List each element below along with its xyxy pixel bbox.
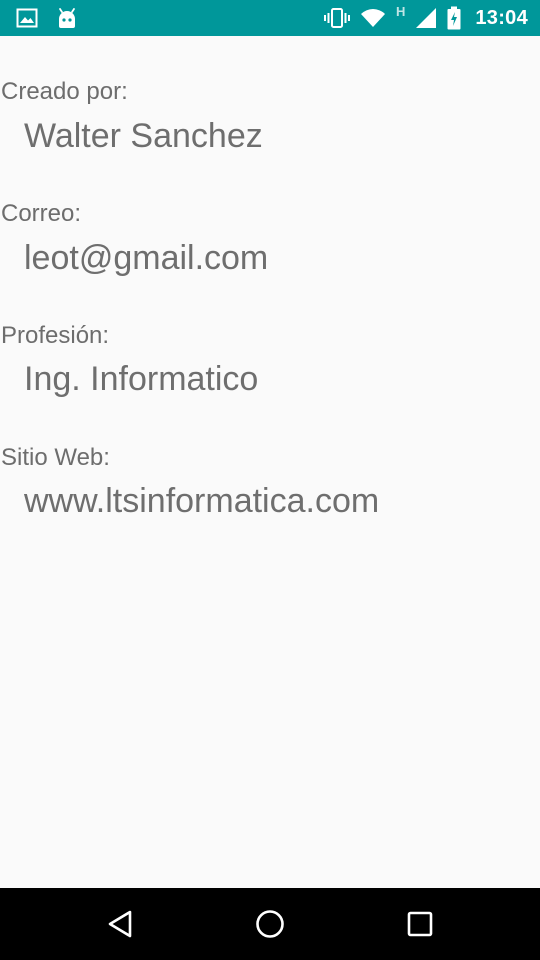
website-value: www.ltsinformatica.com [24, 482, 380, 520]
created-by-value: Walter Sanchez [24, 117, 263, 155]
home-button[interactable] [230, 888, 310, 960]
status-bar-left [16, 0, 78, 36]
vibrate-icon [323, 7, 350, 29]
profession-label: Profesión: [1, 322, 110, 349]
recents-button[interactable] [380, 888, 460, 960]
status-bar-time: 13:04 [475, 6, 528, 29]
profile-content: Creado por: Walter Sanchez Correo: leot@… [0, 36, 540, 888]
cell-signal-icon [415, 7, 437, 29]
image-icon [16, 8, 38, 28]
home-icon [256, 910, 284, 938]
network-type-label: H [395, 3, 406, 19]
android-icon [56, 7, 78, 29]
recents-icon [407, 911, 433, 937]
back-button[interactable] [80, 888, 160, 960]
status-bar-right: H 13:04 [323, 0, 528, 36]
email-value: leot@gmail.com [24, 239, 269, 277]
created-by-label: Creado por: [1, 78, 128, 105]
back-icon [108, 910, 132, 938]
status-bar: H 13:04 [0, 0, 540, 36]
email-label: Correo: [1, 200, 82, 227]
navigation-bar [0, 888, 540, 960]
profession-value: Ing. Informatico [24, 360, 259, 398]
wifi-icon [360, 8, 386, 28]
battery-charging-icon [447, 6, 461, 30]
website-label: Sitio Web: [1, 444, 110, 471]
